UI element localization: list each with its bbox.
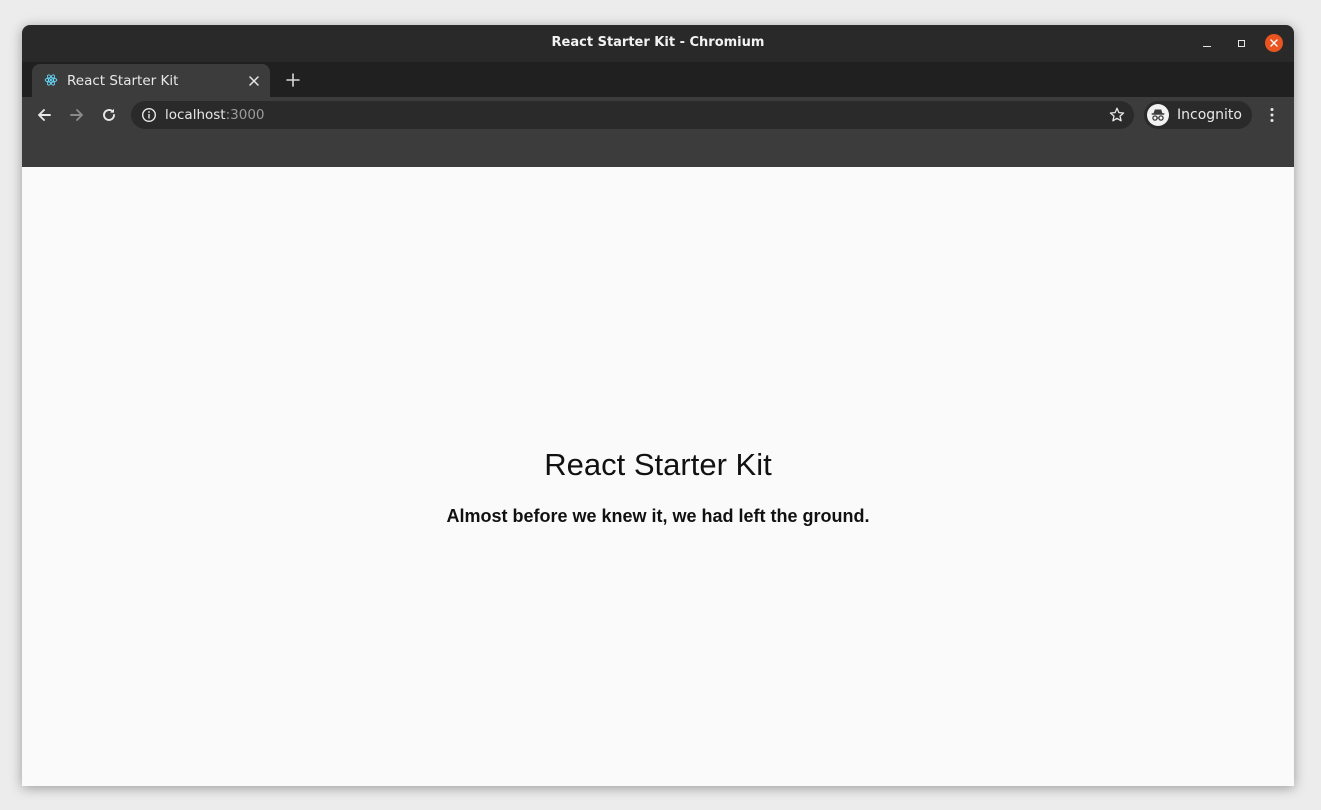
url-port: :3000 (225, 107, 265, 123)
maximize-icon (1237, 39, 1245, 47)
forward-button[interactable] (65, 103, 89, 127)
address-bar[interactable]: localhost:3000 (131, 101, 1134, 129)
arrow-left-icon (38, 109, 51, 121)
url-host: localhost (165, 107, 226, 123)
close-icon (1270, 39, 1278, 47)
tab-close-button[interactable] (246, 73, 262, 89)
maximize-button[interactable] (1232, 34, 1250, 52)
arrow-right-icon (70, 109, 83, 121)
page-subtitle: Almost before we knew it, we had left th… (446, 506, 870, 526)
tab-react-starter-kit[interactable]: React Starter Kit (32, 64, 270, 97)
reload-button[interactable] (97, 103, 121, 127)
tab-strip: React Starter Kit (22, 62, 1294, 97)
close-window-button[interactable] (1265, 34, 1283, 52)
back-button[interactable] (32, 103, 56, 127)
minimize-icon (1203, 45, 1211, 47)
page-content: React Starter Kit Almost before we knew … (22, 167, 1294, 786)
incognito-icon (1147, 104, 1169, 126)
navigation-toolbar: localhost:3000 Incognito (22, 97, 1294, 133)
page-title: React Starter Kit (544, 447, 772, 482)
incognito-profile-button[interactable]: Incognito (1144, 101, 1252, 129)
tab-title: React Starter Kit (67, 73, 179, 89)
close-icon (249, 76, 259, 86)
window-title: React Starter Kit - Chromium (551, 35, 765, 50)
kebab-menu-icon (1270, 108, 1274, 122)
react-logo-icon (44, 74, 58, 86)
url-text[interactable]: localhost:3000 (165, 107, 265, 123)
new-tab-button[interactable] (282, 69, 304, 91)
bookmark-bar (22, 133, 1294, 168)
title-bar: React Starter Kit - Chromium (22, 25, 1294, 62)
plus-icon (286, 73, 300, 87)
info-icon[interactable] (141, 107, 157, 123)
reload-icon (103, 108, 115, 121)
browser-menu-button[interactable] (1260, 103, 1284, 127)
star-icon[interactable] (1108, 106, 1126, 124)
minimize-button[interactable] (1198, 34, 1216, 52)
browser-window: React Starter Kit - Chromium React Start… (22, 25, 1294, 786)
incognito-label: Incognito (1177, 107, 1242, 123)
